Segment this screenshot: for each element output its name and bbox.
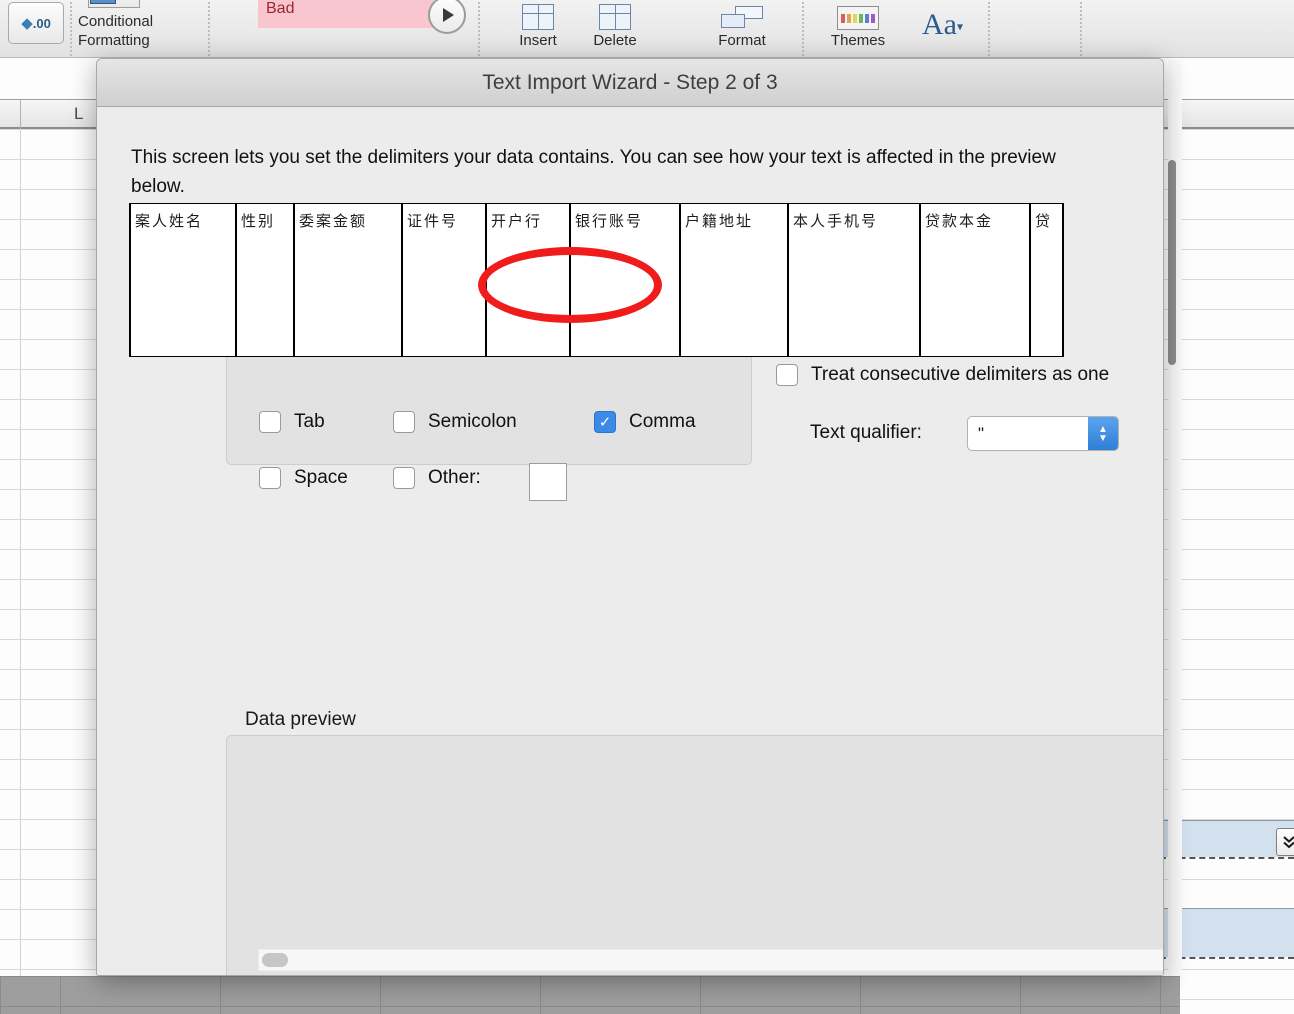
- checkbox-other[interactable]: Other:: [393, 467, 481, 489]
- checkbox-comma[interactable]: Comma: [594, 411, 696, 433]
- conditional-formatting-icon-fill: [90, 0, 116, 4]
- text-qualifier-label: Text qualifier:: [810, 422, 922, 443]
- theme-fonts-button[interactable]: Aa▾: [922, 8, 963, 42]
- left-arrow-icon: ◆: [21, 15, 33, 32]
- insert-label: Insert: [519, 32, 557, 49]
- theme-fonts-label: Aa: [922, 8, 957, 41]
- checkbox-semicolon-box[interactable]: [393, 411, 415, 433]
- gallery-expand-play-icon[interactable]: [428, 0, 466, 34]
- dialog-title-bar[interactable]: Text Import Wizard - Step 2 of 3: [97, 59, 1163, 107]
- column-header-L[interactable]: L: [74, 104, 83, 124]
- style-bad-swatch[interactable]: Bad: [258, 0, 434, 28]
- preview-horizontal-scrollbar-track[interactable]: [258, 949, 1163, 971]
- preview-column-6[interactable]: 户籍地址: [681, 204, 789, 356]
- preview-column-8[interactable]: 贷款本金: [921, 204, 1031, 356]
- other-delimiter-input[interactable]: [529, 463, 567, 501]
- themes-command[interactable]: Themes: [818, 0, 898, 49]
- checkbox-space-label: Space: [294, 467, 348, 488]
- stepper-up-down-icon[interactable]: ▲ ▼: [1088, 417, 1118, 450]
- decimal-zeros-icon: .00: [32, 15, 51, 31]
- preview-column-1[interactable]: 性别: [237, 204, 295, 356]
- preview-horizontal-scrollbar-thumb[interactable]: [262, 953, 288, 967]
- checkbox-space[interactable]: Space: [259, 467, 348, 489]
- checkbox-space-box[interactable]: [259, 467, 281, 489]
- insert-table-icon: [498, 0, 578, 30]
- scroll-down-double-chevron-icon[interactable]: [1276, 828, 1294, 856]
- data-preview-label: Data preview: [245, 709, 356, 730]
- preview-column-5[interactable]: 银行账号: [571, 204, 681, 356]
- style-bad-label: Bad: [266, 0, 295, 17]
- preview-column-0[interactable]: 案人姓名: [129, 204, 237, 356]
- sheet-vertical-scrollbar-thumb[interactable]: [1168, 160, 1176, 365]
- preview-column-2[interactable]: 委案金额: [295, 204, 403, 356]
- preview-column-7[interactable]: 本人手机号: [789, 204, 921, 356]
- delete-command[interactable]: Delete: [575, 0, 655, 49]
- screen-root: L ◆ .00 Conditional Formatting Bad Inser…: [0, 0, 1294, 1014]
- text-qualifier-combobox[interactable]: " ▲ ▼: [967, 416, 1119, 451]
- excel-ribbon[interactable]: ◆ .00 Conditional Formatting Bad Insert …: [0, 0, 1294, 58]
- data-preview-table[interactable]: 案人姓名 性别 委案金额 证件号 开户行 银行账号 户籍地址 本人手机号 贷款本…: [129, 203, 1064, 357]
- cell-styles-gallery[interactable]: Bad: [222, 0, 452, 40]
- delete-table-icon: [575, 0, 655, 30]
- preview-column-4[interactable]: 开户行: [487, 204, 571, 356]
- checkbox-other-box[interactable]: [393, 467, 415, 489]
- data-preview-panel: [226, 735, 1163, 975]
- themes-label: Themes: [830, 32, 886, 49]
- preview-column-9[interactable]: 贷: [1031, 204, 1064, 356]
- preview-column-3[interactable]: 证件号: [403, 204, 487, 356]
- dialog-intro-text: This screen lets you set the delimiters …: [131, 147, 1056, 197]
- insert-command[interactable]: Insert: [498, 0, 578, 49]
- chevron-down-icon[interactable]: ▾: [957, 20, 963, 34]
- format-label: Format: [718, 32, 766, 49]
- checkbox-comma-box[interactable]: [594, 411, 616, 433]
- checkbox-semicolon[interactable]: Semicolon: [393, 411, 517, 433]
- delete-label: Delete: [593, 32, 637, 49]
- checkbox-treat-consecutive-box[interactable]: [776, 364, 798, 386]
- dimmed-sheet-region: [0, 976, 1180, 1014]
- themes-icon: [818, 0, 898, 30]
- text-import-wizard-dialog[interactable]: Text Import Wizard - Step 2 of 3 This sc…: [96, 58, 1164, 976]
- checkbox-semicolon-label: Semicolon: [428, 411, 517, 432]
- checkbox-comma-label: Comma: [629, 411, 696, 432]
- checkbox-tab-box[interactable]: [259, 411, 281, 433]
- checkbox-treat-consecutive[interactable]: Treat consecutive delimiters as one: [776, 364, 1109, 386]
- format-cells-icon: [700, 0, 784, 30]
- checkbox-tab[interactable]: Tab: [259, 411, 325, 433]
- checkbox-other-label: Other:: [428, 467, 481, 488]
- conditional-formatting-label[interactable]: Conditional Formatting: [78, 12, 200, 50]
- dialog-title: Text Import Wizard - Step 2 of 3: [482, 70, 778, 94]
- decrease-decimal-button[interactable]: ◆ .00: [8, 2, 64, 44]
- format-command[interactable]: Format: [700, 0, 784, 49]
- checkbox-treat-consecutive-label: Treat consecutive delimiters as one: [811, 364, 1110, 385]
- text-qualifier-value: ": [978, 423, 985, 443]
- checkbox-tab-label: Tab: [294, 411, 325, 432]
